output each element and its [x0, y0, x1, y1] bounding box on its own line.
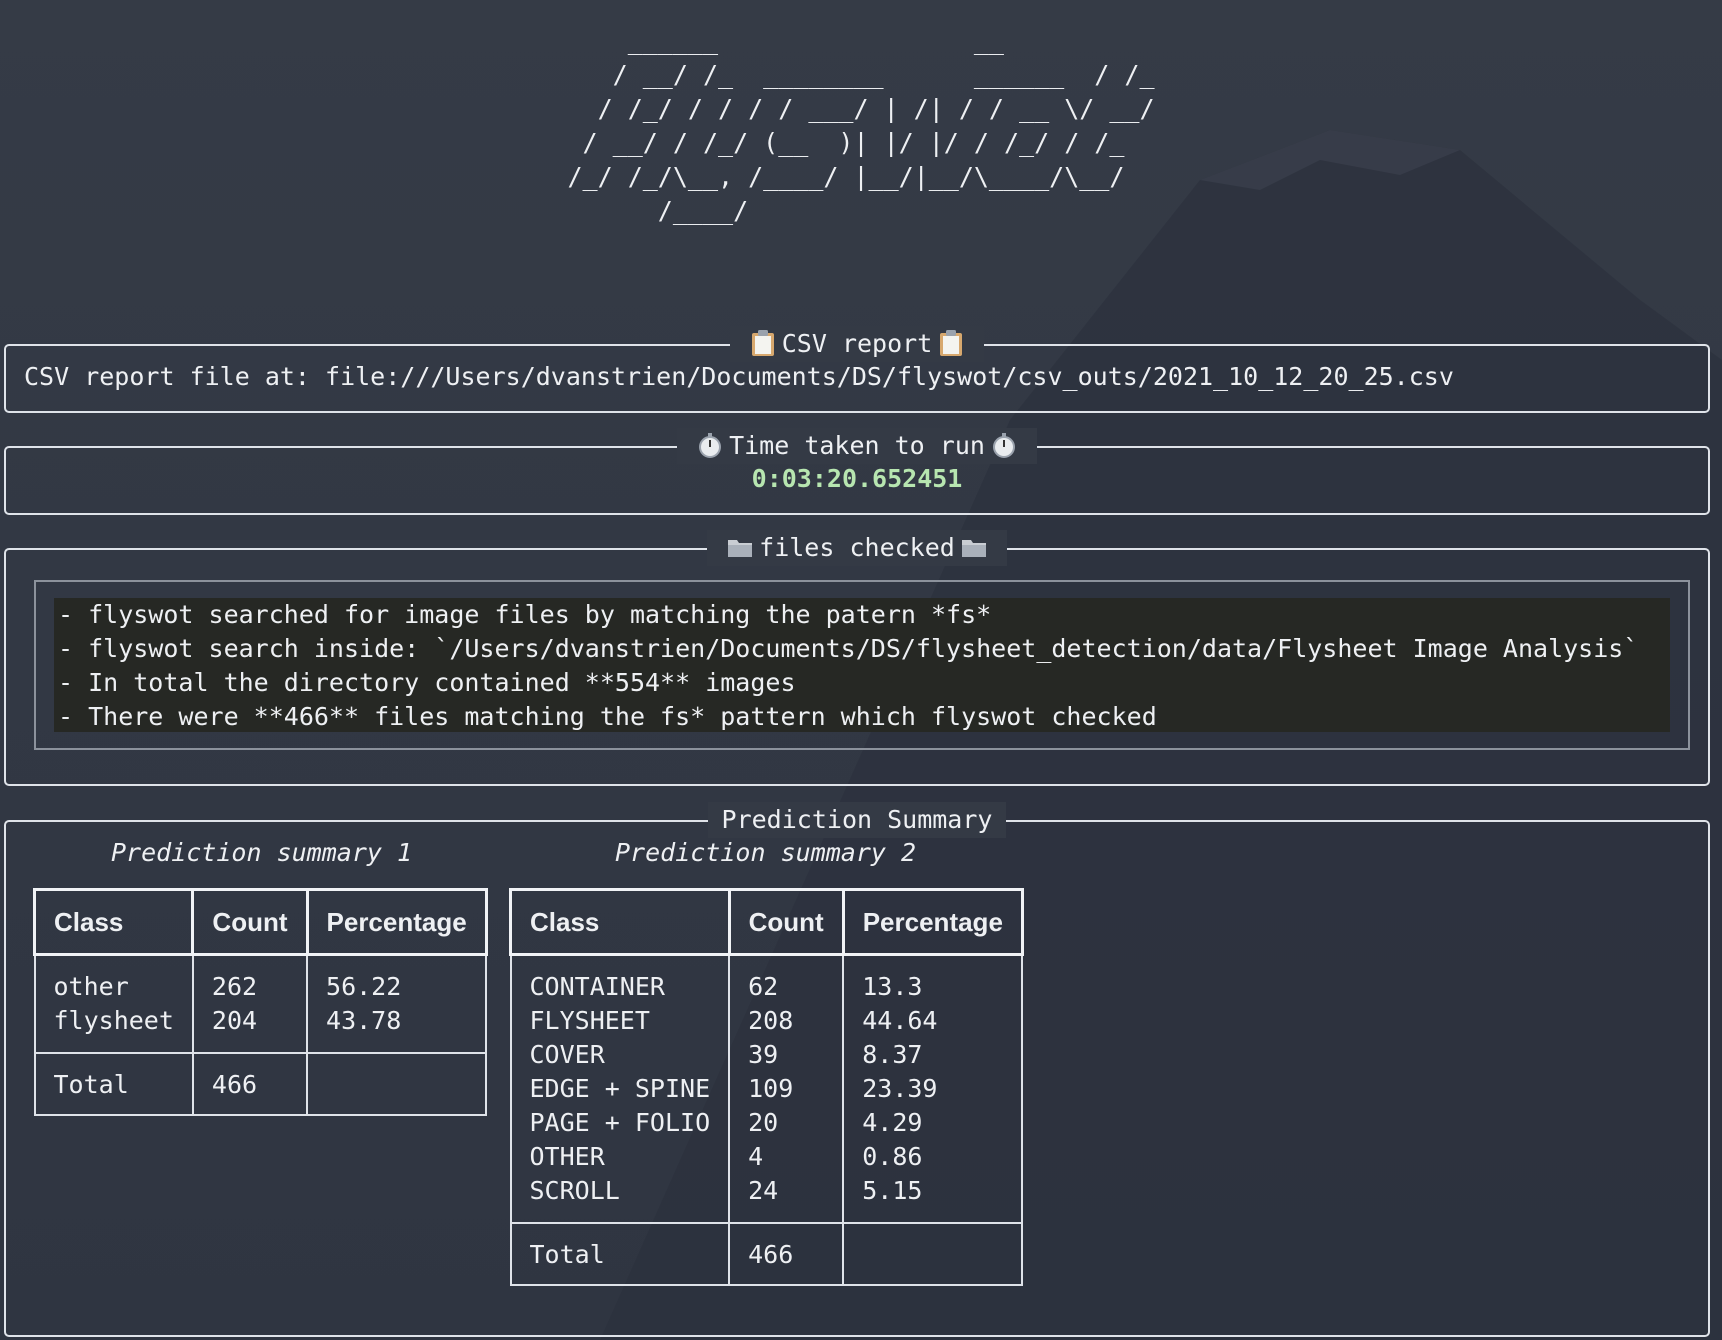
total-count: 466 — [728, 1223, 845, 1286]
total-label: Total — [33, 1053, 194, 1116]
list-item: - flyswot searched for image files by ma… — [58, 600, 992, 629]
column-header-class: Class — [509, 888, 731, 956]
column-header-count: Count — [727, 888, 845, 956]
csv-report-path[interactable]: CSV report file at: file:///Users/dvanst… — [24, 362, 1454, 391]
ascii-art-logo: ______ __ / __/ /_ ________ ______ / /_ … — [567, 26, 1155, 225]
total-row: Total 466 — [509, 1223, 1024, 1286]
total-percentage — [306, 1053, 488, 1116]
count-cell: 262 204 — [191, 954, 309, 1054]
time-taken-panel: Time taken to run 0:03:20.652451 — [4, 428, 1710, 515]
column-header-percentage: Percentage — [841, 888, 1024, 956]
count-cell: 62 208 39 109 20 4 24 — [728, 954, 845, 1224]
class-cell: CONTAINER FLYSHEET COVER EDGE + SPINE PA… — [509, 954, 731, 1224]
prediction-summary-title: Prediction Summary — [707, 802, 1007, 838]
files-checked-title: files checked — [759, 533, 955, 562]
column-header-class: Class — [32, 888, 195, 956]
csv-report-title: CSV report — [781, 329, 933, 358]
list-item: - flyswot search inside: `/Users/dvanstr… — [58, 634, 1639, 663]
prediction-summary-1-table: Class Count Percentage other flysheet 26… — [32, 888, 488, 1116]
clipboard-icon — [940, 330, 963, 356]
csv-report-panel: CSV report CSV report file at: file:///U… — [4, 326, 1710, 413]
prediction-summary-2-caption: Prediction summary 2 — [615, 838, 917, 867]
column-header-percentage: Percentage — [305, 888, 488, 956]
total-label: Total — [509, 1223, 731, 1286]
files-checked-list: - flyswot searched for image files by ma… — [54, 598, 1670, 732]
total-percentage — [842, 1223, 1024, 1286]
class-cell: other flysheet — [33, 954, 194, 1054]
list-item: - In total the directory contained **554… — [58, 668, 796, 697]
prediction-summary-1-caption: Prediction summary 1 — [111, 838, 413, 867]
column-header-count: Count — [191, 888, 309, 956]
percentage-cell: 56.22 43.78 — [306, 954, 488, 1054]
table-row: CONTAINER FLYSHEET COVER EDGE + SPINE PA… — [509, 954, 1024, 1224]
prediction-summary-panel: Prediction Summary Prediction summary 1 … — [4, 802, 1710, 1337]
time-taken-title: Time taken to run — [729, 431, 985, 460]
total-row: Total 466 — [33, 1053, 488, 1116]
time-taken-value: 0:03:20.652451 — [751, 464, 963, 493]
files-checked-panel: files checked - flyswot searched for ima… — [4, 530, 1710, 786]
clipboard-icon — [751, 330, 774, 356]
prediction-summary-2-table: Class Count Percentage CONTAINER FLYSHEE… — [509, 888, 1024, 1286]
table-row: other flysheet 262 204 56.22 43.78 — [33, 954, 488, 1054]
folder-icon — [961, 540, 986, 557]
percentage-cell: 13.3 44.64 8.37 23.39 4.29 0.86 5.15 — [842, 954, 1024, 1224]
stopwatch-icon — [699, 433, 722, 458]
files-checked-markdown-box: - flyswot searched for image files by ma… — [34, 580, 1690, 750]
flyswot-ascii-banner: ______ __ / __/ /_ ________ ______ / /_ … — [0, 24, 1722, 228]
folder-icon — [728, 540, 753, 557]
stopwatch-icon — [992, 433, 1015, 458]
total-count: 466 — [191, 1053, 309, 1116]
list-item: - There were **466** files matching the … — [58, 702, 1157, 731]
